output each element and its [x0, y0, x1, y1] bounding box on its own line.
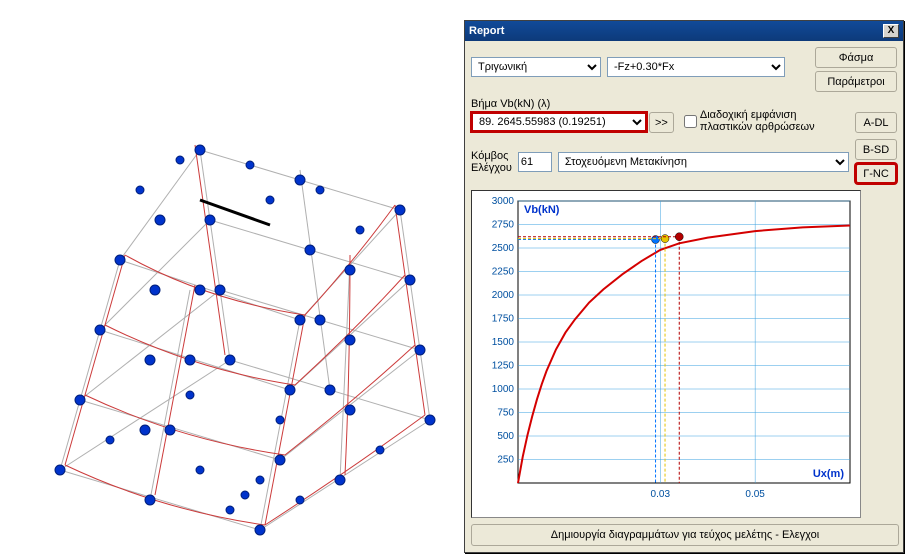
hinge-label-1: Διαδοχική εμφάνιση	[700, 109, 815, 121]
g-nc-button[interactable]: Γ-NC	[855, 163, 897, 184]
model-viewport[interactable]	[0, 0, 460, 552]
svg-text:0.03: 0.03	[651, 489, 671, 500]
hinge-label-2: πλαστικών αρθρώσεων	[700, 121, 815, 133]
chart-svg: 250 500 750 1000 1250 1500 1750 2000 2250 2500 275…	[472, 191, 862, 519]
svg-text:1250: 1250	[492, 361, 515, 372]
svg-text:500: 500	[497, 431, 514, 442]
svg-text:2750: 2750	[492, 220, 515, 231]
node-input[interactable]	[518, 152, 552, 172]
step-label: Βήμα Vb(kN) (λ)	[471, 98, 674, 110]
svg-text:1000: 1000	[492, 384, 515, 395]
generate-report-button[interactable]: Δημιουργία διαγραμμάτων για τεύχος μελέτ…	[471, 524, 899, 546]
spectrum-button[interactable]: Φάσμα	[815, 47, 897, 68]
report-window: Report X Τριγωνική -Fz+0.30*Fx Φάσμα Παρ…	[464, 20, 904, 553]
svg-text:Ux(m): Ux(m)	[813, 468, 845, 480]
svg-text:1750: 1750	[492, 314, 515, 325]
step-select[interactable]: 89. 2645.55983 (0.19251)	[471, 112, 647, 132]
titlebar[interactable]: Report X	[465, 21, 903, 41]
node-label-1: Κόμβος	[471, 150, 512, 162]
hinge-checkbox[interactable]	[684, 115, 697, 128]
svg-text:3000: 3000	[492, 196, 515, 207]
step-next-button[interactable]: >>	[649, 112, 674, 133]
loadcase-select[interactable]: Τριγωνική	[471, 57, 601, 77]
svg-text:Vb(kN): Vb(kN)	[524, 204, 560, 216]
svg-text:2500: 2500	[492, 243, 515, 254]
svg-text:0.05: 0.05	[745, 489, 765, 500]
params-button[interactable]: Παράμετροι	[815, 71, 897, 92]
model-svg	[0, 0, 460, 552]
svg-text:2250: 2250	[492, 267, 515, 278]
window-title: Report	[469, 25, 883, 37]
svg-text:2000: 2000	[492, 290, 515, 301]
node-label-2: Ελέγχου	[471, 162, 512, 174]
svg-text:1500: 1500	[492, 337, 515, 348]
combo-select[interactable]: -Fz+0.30*Fx	[607, 57, 785, 77]
svg-text:750: 750	[497, 408, 514, 419]
pushover-chart: 250 500 750 1000 1250 1500 1750 2000 2250 2500 275…	[471, 190, 861, 518]
svg-text:250: 250	[497, 455, 514, 466]
close-button[interactable]: X	[883, 24, 899, 38]
target-disp-select[interactable]: Στοχευόμενη Μετακίνηση	[558, 152, 849, 172]
a-dl-button[interactable]: A-DL	[855, 112, 897, 133]
b-sd-button[interactable]: B-SD	[855, 139, 897, 160]
